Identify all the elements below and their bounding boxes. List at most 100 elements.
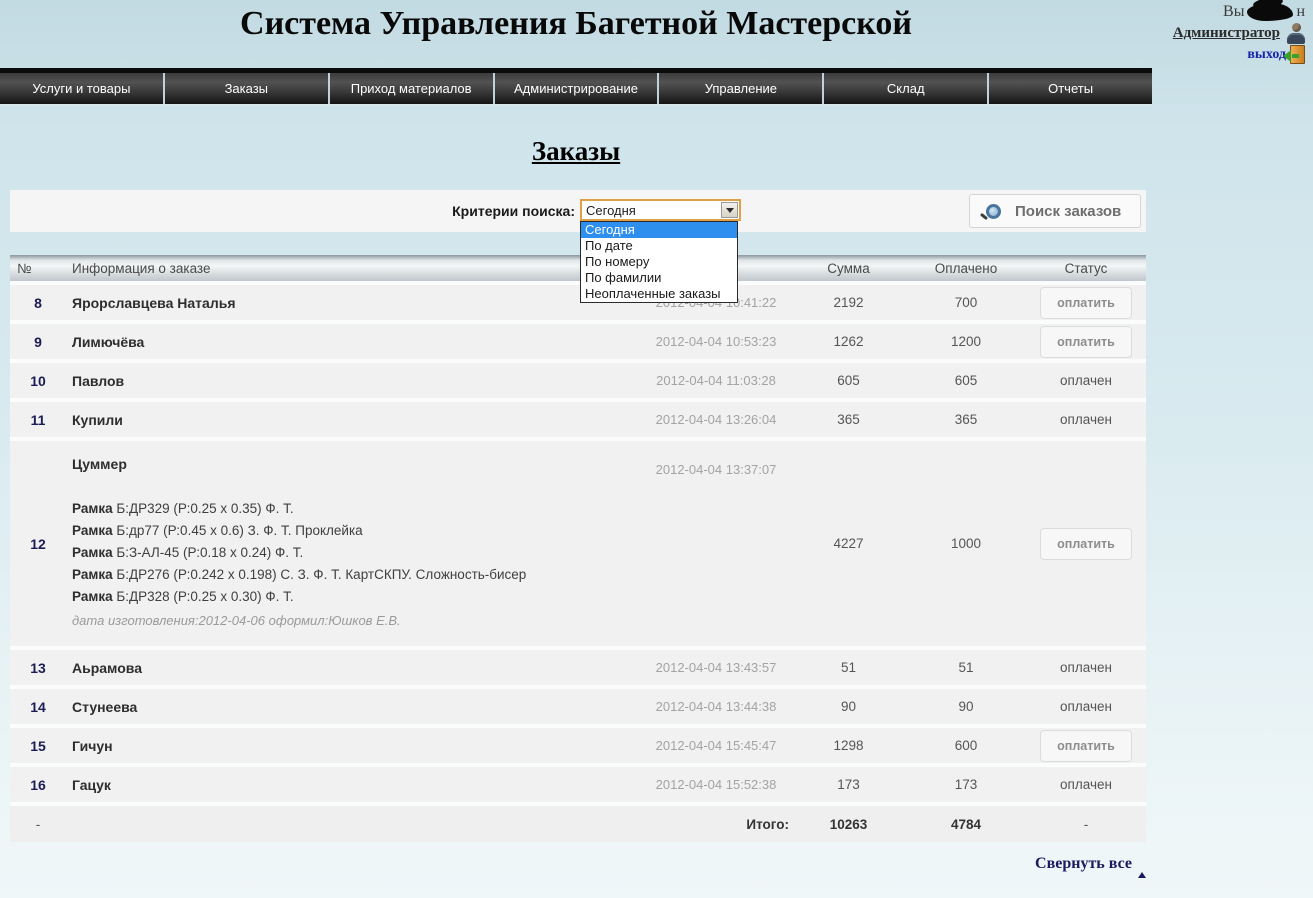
person-icon	[1285, 23, 1305, 44]
order-sum: 605	[791, 373, 906, 388]
customer-name: Ярорславцева Наталья	[72, 295, 641, 311]
table-footer: Свернуть все	[10, 855, 1146, 873]
order-status-cell: оплатить	[1026, 528, 1146, 560]
order-number: 10	[10, 373, 66, 389]
order-footnote: дата изготовления:2012-04-06 оформил:Юшк…	[72, 610, 641, 632]
order-status-cell: оплатить	[1026, 287, 1146, 319]
table-row[interactable]: 14 Стунеева 2012-04-04 13:44:38 90 90 оп…	[10, 689, 1146, 728]
order-info-cell: Стунеева	[66, 699, 641, 715]
select-box[interactable]: Сегодня	[580, 199, 741, 221]
search-criteria-options: СегодняПо датеПо номеруПо фамилииНеоплач…	[580, 221, 738, 303]
dropdown-option[interactable]: Неоплаченные заказы	[581, 286, 737, 302]
order-info-cell: Аьрамова	[66, 660, 641, 676]
door-exit-icon[interactable]	[1290, 45, 1305, 64]
order-number: 13	[10, 660, 66, 676]
admin-line: Администратор	[1173, 23, 1305, 44]
table-row[interactable]: 13 Аьрамова 2012-04-04 13:43:57 51 51 оп…	[10, 650, 1146, 689]
pay-button[interactable]: оплатить	[1040, 287, 1132, 319]
dropdown-option[interactable]: По дате	[581, 238, 737, 254]
administrator-link[interactable]: Администратор	[1173, 25, 1280, 42]
order-details: Рамка Б:ДР329 (Р:0.25 x 0.35) Ф. Т.Рамка…	[72, 498, 641, 632]
nav-item-услуги-и-товары[interactable]: Услуги и товары	[0, 73, 163, 104]
search-orders-button[interactable]: Поиск заказов	[969, 194, 1141, 228]
order-paid: 700	[906, 295, 1026, 310]
customer-name: Цуммер	[72, 456, 641, 472]
order-sum: 90	[791, 699, 906, 714]
dropdown-option[interactable]: По номеру	[581, 254, 737, 270]
order-number: 9	[10, 334, 66, 350]
table-row[interactable]: 9 Лимючёва 2012-04-04 10:53:23 1262 1200…	[10, 324, 1146, 363]
search-criteria-select[interactable]: Сегодня СегодняПо датеПо номеруПо фамили…	[580, 199, 741, 221]
order-status-cell: оплатить	[1026, 730, 1146, 762]
nav-item-заказы[interactable]: Заказы	[163, 73, 328, 104]
orders-table: № Информация о заказе Сумма Оплачено Ста…	[10, 255, 1146, 842]
order-status-cell: оплачен	[1026, 776, 1146, 794]
order-sum: 2192	[791, 295, 906, 310]
totals-label: Итого:	[641, 817, 791, 832]
magnifier-icon	[986, 204, 1001, 219]
totals-number: -	[10, 817, 66, 832]
status-text: оплачен	[1060, 699, 1112, 714]
totals-paid: 4784	[906, 817, 1026, 832]
order-date: 2012-04-04 15:45:47	[641, 738, 791, 753]
search-criteria-label: Критерии поиска:	[452, 203, 575, 219]
order-number: 11	[10, 412, 66, 428]
order-status-cell: оплачен	[1026, 372, 1146, 390]
main-nav: Услуги и товарыЗаказыПриход материаловАд…	[0, 68, 1152, 106]
table-row[interactable]: 12 Цуммер Рамка Б:ДР329 (Р:0.25 x 0.35) …	[10, 441, 1146, 650]
table-row[interactable]: 16 Гацук 2012-04-04 15:52:38 173 173 опл…	[10, 767, 1146, 806]
table-row[interactable]: 10 Павлов 2012-04-04 11:03:28 605 605 оп…	[10, 363, 1146, 402]
order-status-cell: оплачен	[1026, 698, 1146, 716]
order-status-cell: оплачен	[1026, 411, 1146, 429]
table-row[interactable]: 11 Купили 2012-04-04 13:26:04 365 365 оп…	[10, 402, 1146, 441]
nav-item-администрирование[interactable]: Администрирование	[493, 73, 658, 104]
order-paid: 90	[906, 699, 1026, 714]
totals-sum: 10263	[791, 817, 906, 832]
order-sum: 1262	[791, 334, 906, 349]
col-paid: Оплачено	[906, 261, 1026, 276]
order-paid: 600	[906, 738, 1026, 753]
dropdown-option[interactable]: Сегодня	[581, 222, 737, 238]
customer-name: Лимючёва	[72, 334, 641, 350]
order-item-line: Рамка Б:З-АЛ-45 (Р:0.18 x 0.24) Ф. Т.	[72, 542, 641, 564]
order-paid: 1200	[906, 334, 1026, 349]
nav-item-склад[interactable]: Склад	[822, 73, 987, 104]
order-item-line: Рамка Б:ДР328 (Р:0.25 x 0.30) Ф. Т.	[72, 586, 641, 608]
logout-line: выход	[1173, 45, 1305, 64]
order-sum: 51	[791, 660, 906, 675]
status-text: оплачен	[1060, 373, 1112, 388]
order-status-cell: оплатить	[1026, 326, 1146, 358]
search-button-label: Поиск заказов	[1015, 203, 1121, 220]
pay-button[interactable]: оплатить	[1040, 528, 1132, 560]
order-sum: 173	[791, 777, 906, 792]
order-date: 2012-04-04 13:43:57	[641, 660, 791, 675]
status-text: оплачен	[1060, 660, 1112, 675]
order-number: 15	[10, 738, 66, 754]
order-item-line: Рамка Б:др77 (Р:0.45 x 0.6) З. Ф. Т. Про…	[72, 520, 641, 542]
logout-link[interactable]: выход	[1247, 47, 1286, 63]
nav-item-отчеты[interactable]: Отчеты	[987, 73, 1152, 104]
order-info-cell: Павлов	[66, 373, 641, 389]
order-paid: 173	[906, 777, 1026, 792]
col-number: №	[10, 261, 66, 276]
order-date: 2012-04-04 13:26:04	[641, 412, 791, 427]
table-row[interactable]: 8 Ярорславцева Наталья 2012-04-04 10:41:…	[10, 285, 1146, 324]
order-number: 14	[10, 699, 66, 715]
order-item-line: Рамка Б:ДР329 (Р:0.25 x 0.35) Ф. Т.	[72, 498, 641, 520]
dropdown-option[interactable]: По фамилии	[581, 270, 737, 286]
pay-button[interactable]: оплатить	[1040, 730, 1132, 762]
collapse-up-icon	[1137, 855, 1146, 873]
nav-item-управление[interactable]: Управление	[657, 73, 822, 104]
col-info: Информация о заказе	[66, 261, 641, 276]
table-header: № Информация о заказе Сумма Оплачено Ста…	[10, 255, 1146, 285]
customer-name: Стунеева	[72, 699, 641, 715]
col-sum: Сумма	[791, 261, 906, 276]
order-number: 12	[10, 536, 66, 552]
pay-button[interactable]: оплатить	[1040, 326, 1132, 358]
nav-item-приход-материалов[interactable]: Приход материалов	[328, 73, 493, 104]
chevron-down-icon[interactable]	[721, 202, 738, 218]
collapse-all-link[interactable]: Свернуть все	[1035, 855, 1146, 873]
order-item-line: Рамка Б:ДР276 (Р:0.242 x 0.198) С. З. Ф.…	[72, 564, 641, 586]
table-row[interactable]: 15 Гичун 2012-04-04 15:45:47 1298 600 оп…	[10, 728, 1146, 767]
status-text: оплачен	[1060, 777, 1112, 792]
